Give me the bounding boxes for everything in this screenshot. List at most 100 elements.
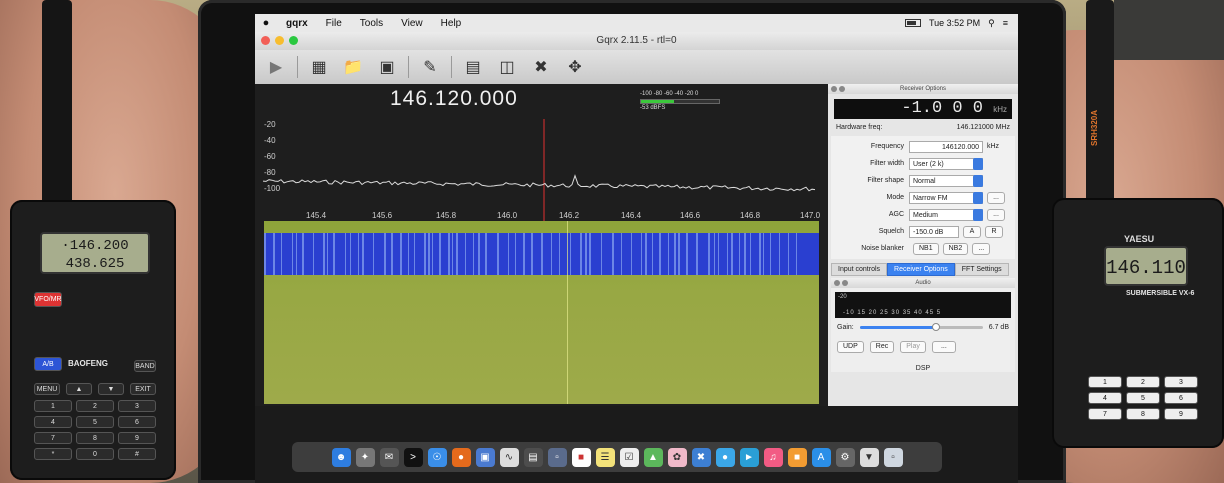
mode-select[interactable]: Narrow FM	[909, 191, 983, 204]
search-icon[interactable]: ⚲	[988, 18, 995, 29]
dock-float-icon[interactable]	[842, 280, 848, 286]
zoom-icon[interactable]	[289, 36, 298, 45]
key-star[interactable]: *	[34, 448, 72, 460]
exit-button[interactable]: EXIT	[130, 383, 156, 395]
dock-close-icon[interactable]	[831, 86, 837, 92]
key-9[interactable]: 9	[1164, 408, 1198, 420]
udp-button[interactable]: UDP	[837, 341, 864, 353]
tab-fft-settings[interactable]: FFT Settings	[954, 263, 1009, 276]
tools-icon[interactable]: ✖	[528, 54, 554, 80]
apple-icon[interactable]: ●	[255, 17, 277, 29]
facetime-icon[interactable]: ►	[739, 447, 759, 467]
key-8[interactable]: 8	[1126, 408, 1160, 420]
key-7[interactable]: 7	[1088, 408, 1122, 420]
key-7[interactable]: 7	[34, 432, 72, 444]
app-store-icon[interactable]: A	[811, 447, 831, 467]
minimize-icon[interactable]	[275, 36, 284, 45]
menu-list-icon[interactable]: ≡	[1003, 18, 1008, 28]
mode-options-button[interactable]: ...	[987, 191, 1005, 204]
close-icon[interactable]	[261, 36, 270, 45]
key-1[interactable]: 1	[1088, 376, 1122, 388]
key-6[interactable]: 6	[118, 416, 156, 428]
squelch-reset-button[interactable]: R	[985, 225, 1003, 238]
key-3[interactable]: 3	[118, 400, 156, 412]
play-button[interactable]: Play	[900, 341, 926, 353]
menu-button[interactable]: MENU	[34, 383, 60, 395]
squelch-auto-button[interactable]: A	[963, 225, 981, 238]
menu-view[interactable]: View	[392, 18, 432, 29]
vfo-mr-button[interactable]: VFO/MR	[34, 292, 62, 307]
offset-display[interactable]: -1.0 0 0 kHz	[834, 99, 1012, 119]
dock-float-icon[interactable]	[839, 86, 845, 92]
configure-icon[interactable]: ✎	[417, 54, 443, 80]
key-0[interactable]: 0	[76, 448, 114, 460]
menu-help[interactable]: Help	[432, 18, 471, 29]
messages-icon[interactable]: ●	[715, 447, 735, 467]
filter-shape-select[interactable]: Normal	[909, 174, 983, 187]
save-icon[interactable]: ▣	[374, 54, 400, 80]
agc-select[interactable]: Medium	[909, 208, 983, 221]
gain-slider[interactable]	[859, 323, 983, 331]
preview-icon[interactable]: ▫	[547, 447, 567, 467]
nb1-button[interactable]: NB1	[913, 242, 939, 255]
gqrx-icon[interactable]: ▤	[523, 447, 543, 467]
photos-app-icon[interactable]: ✿	[667, 447, 687, 467]
nb2-button[interactable]: NB2	[942, 242, 969, 255]
activity-monitor-icon[interactable]: ∿	[499, 447, 519, 467]
key-hash[interactable]: #	[118, 448, 156, 460]
squelch-field[interactable]: -150.0 dB	[909, 225, 959, 238]
menu-file[interactable]: File	[317, 18, 351, 29]
xquartz-icon[interactable]: ✖	[691, 447, 711, 467]
key-2[interactable]: 2	[76, 400, 114, 412]
spectrum-plot[interactable]: 146.120.000 -100 -80 -60 -40 -20 0 -53 d…	[255, 84, 828, 406]
audio-options-button[interactable]: ...	[931, 341, 956, 353]
photos-icon[interactable]: ▣	[475, 447, 495, 467]
up-button[interactable]: ▲	[66, 383, 92, 395]
tab-receiver-options[interactable]: Receiver Options	[887, 263, 955, 276]
notes-icon[interactable]: ☰	[595, 447, 615, 467]
reminders-icon[interactable]: ☑	[619, 447, 639, 467]
spectrum-icon[interactable]: ▤	[460, 54, 486, 80]
agc-options-button[interactable]: ...	[987, 208, 1005, 221]
key-8[interactable]: 8	[76, 432, 114, 444]
open-folder-icon[interactable]: 📁	[340, 54, 366, 80]
play-icon[interactable]: ▶	[263, 54, 289, 80]
key-4[interactable]: 4	[1088, 392, 1122, 404]
key-2[interactable]: 2	[1126, 376, 1160, 388]
mail-icon[interactable]: ✉	[379, 447, 399, 467]
gain-slider-knob[interactable]	[932, 323, 940, 331]
music-icon[interactable]: ♫	[763, 447, 783, 467]
key-5[interactable]: 5	[76, 416, 114, 428]
remote-control-icon[interactable]: ◫	[494, 54, 520, 80]
nb-options-button[interactable]: ...	[972, 242, 991, 255]
trash-icon[interactable]: ▫	[883, 447, 903, 467]
menu-gqrx[interactable]: gqrx	[277, 18, 317, 29]
finder-icon[interactable]: ☻	[331, 447, 351, 467]
launchpad-icon[interactable]: ✦	[355, 447, 375, 467]
record-button[interactable]: Rec	[869, 341, 895, 353]
system-preferences-icon[interactable]: ⚙	[835, 447, 855, 467]
menu-tools[interactable]: Tools	[351, 18, 392, 29]
frequency-field[interactable]: 146120.000	[909, 140, 983, 153]
firefox-icon[interactable]: ●	[451, 447, 471, 467]
safari-icon[interactable]: ☉	[427, 447, 447, 467]
device-icon[interactable]: ▦	[306, 54, 332, 80]
key-1[interactable]: 1	[34, 400, 72, 412]
maps-icon[interactable]: ▲	[643, 447, 663, 467]
tab-input-controls[interactable]: Input controls	[831, 263, 888, 276]
terminal-icon[interactable]: >	[403, 447, 423, 467]
key-3[interactable]: 3	[1164, 376, 1198, 388]
filter-width-select[interactable]: User (2 k)	[909, 157, 983, 170]
down-button[interactable]: ▼	[98, 383, 124, 395]
calendar-icon[interactable]: ■	[571, 447, 591, 467]
key-6[interactable]: 6	[1164, 392, 1198, 404]
books-icon[interactable]: ■	[787, 447, 807, 467]
band-button[interactable]: BAND	[134, 360, 156, 372]
fullscreen-icon[interactable]: ✥	[562, 54, 588, 80]
downloads-icon[interactable]: ▼	[859, 447, 879, 467]
key-9[interactable]: 9	[118, 432, 156, 444]
key-5[interactable]: 5	[1126, 392, 1160, 404]
key-4[interactable]: 4	[34, 416, 72, 428]
ab-button[interactable]: A/B	[34, 357, 62, 371]
dock-close-icon[interactable]	[834, 280, 840, 286]
